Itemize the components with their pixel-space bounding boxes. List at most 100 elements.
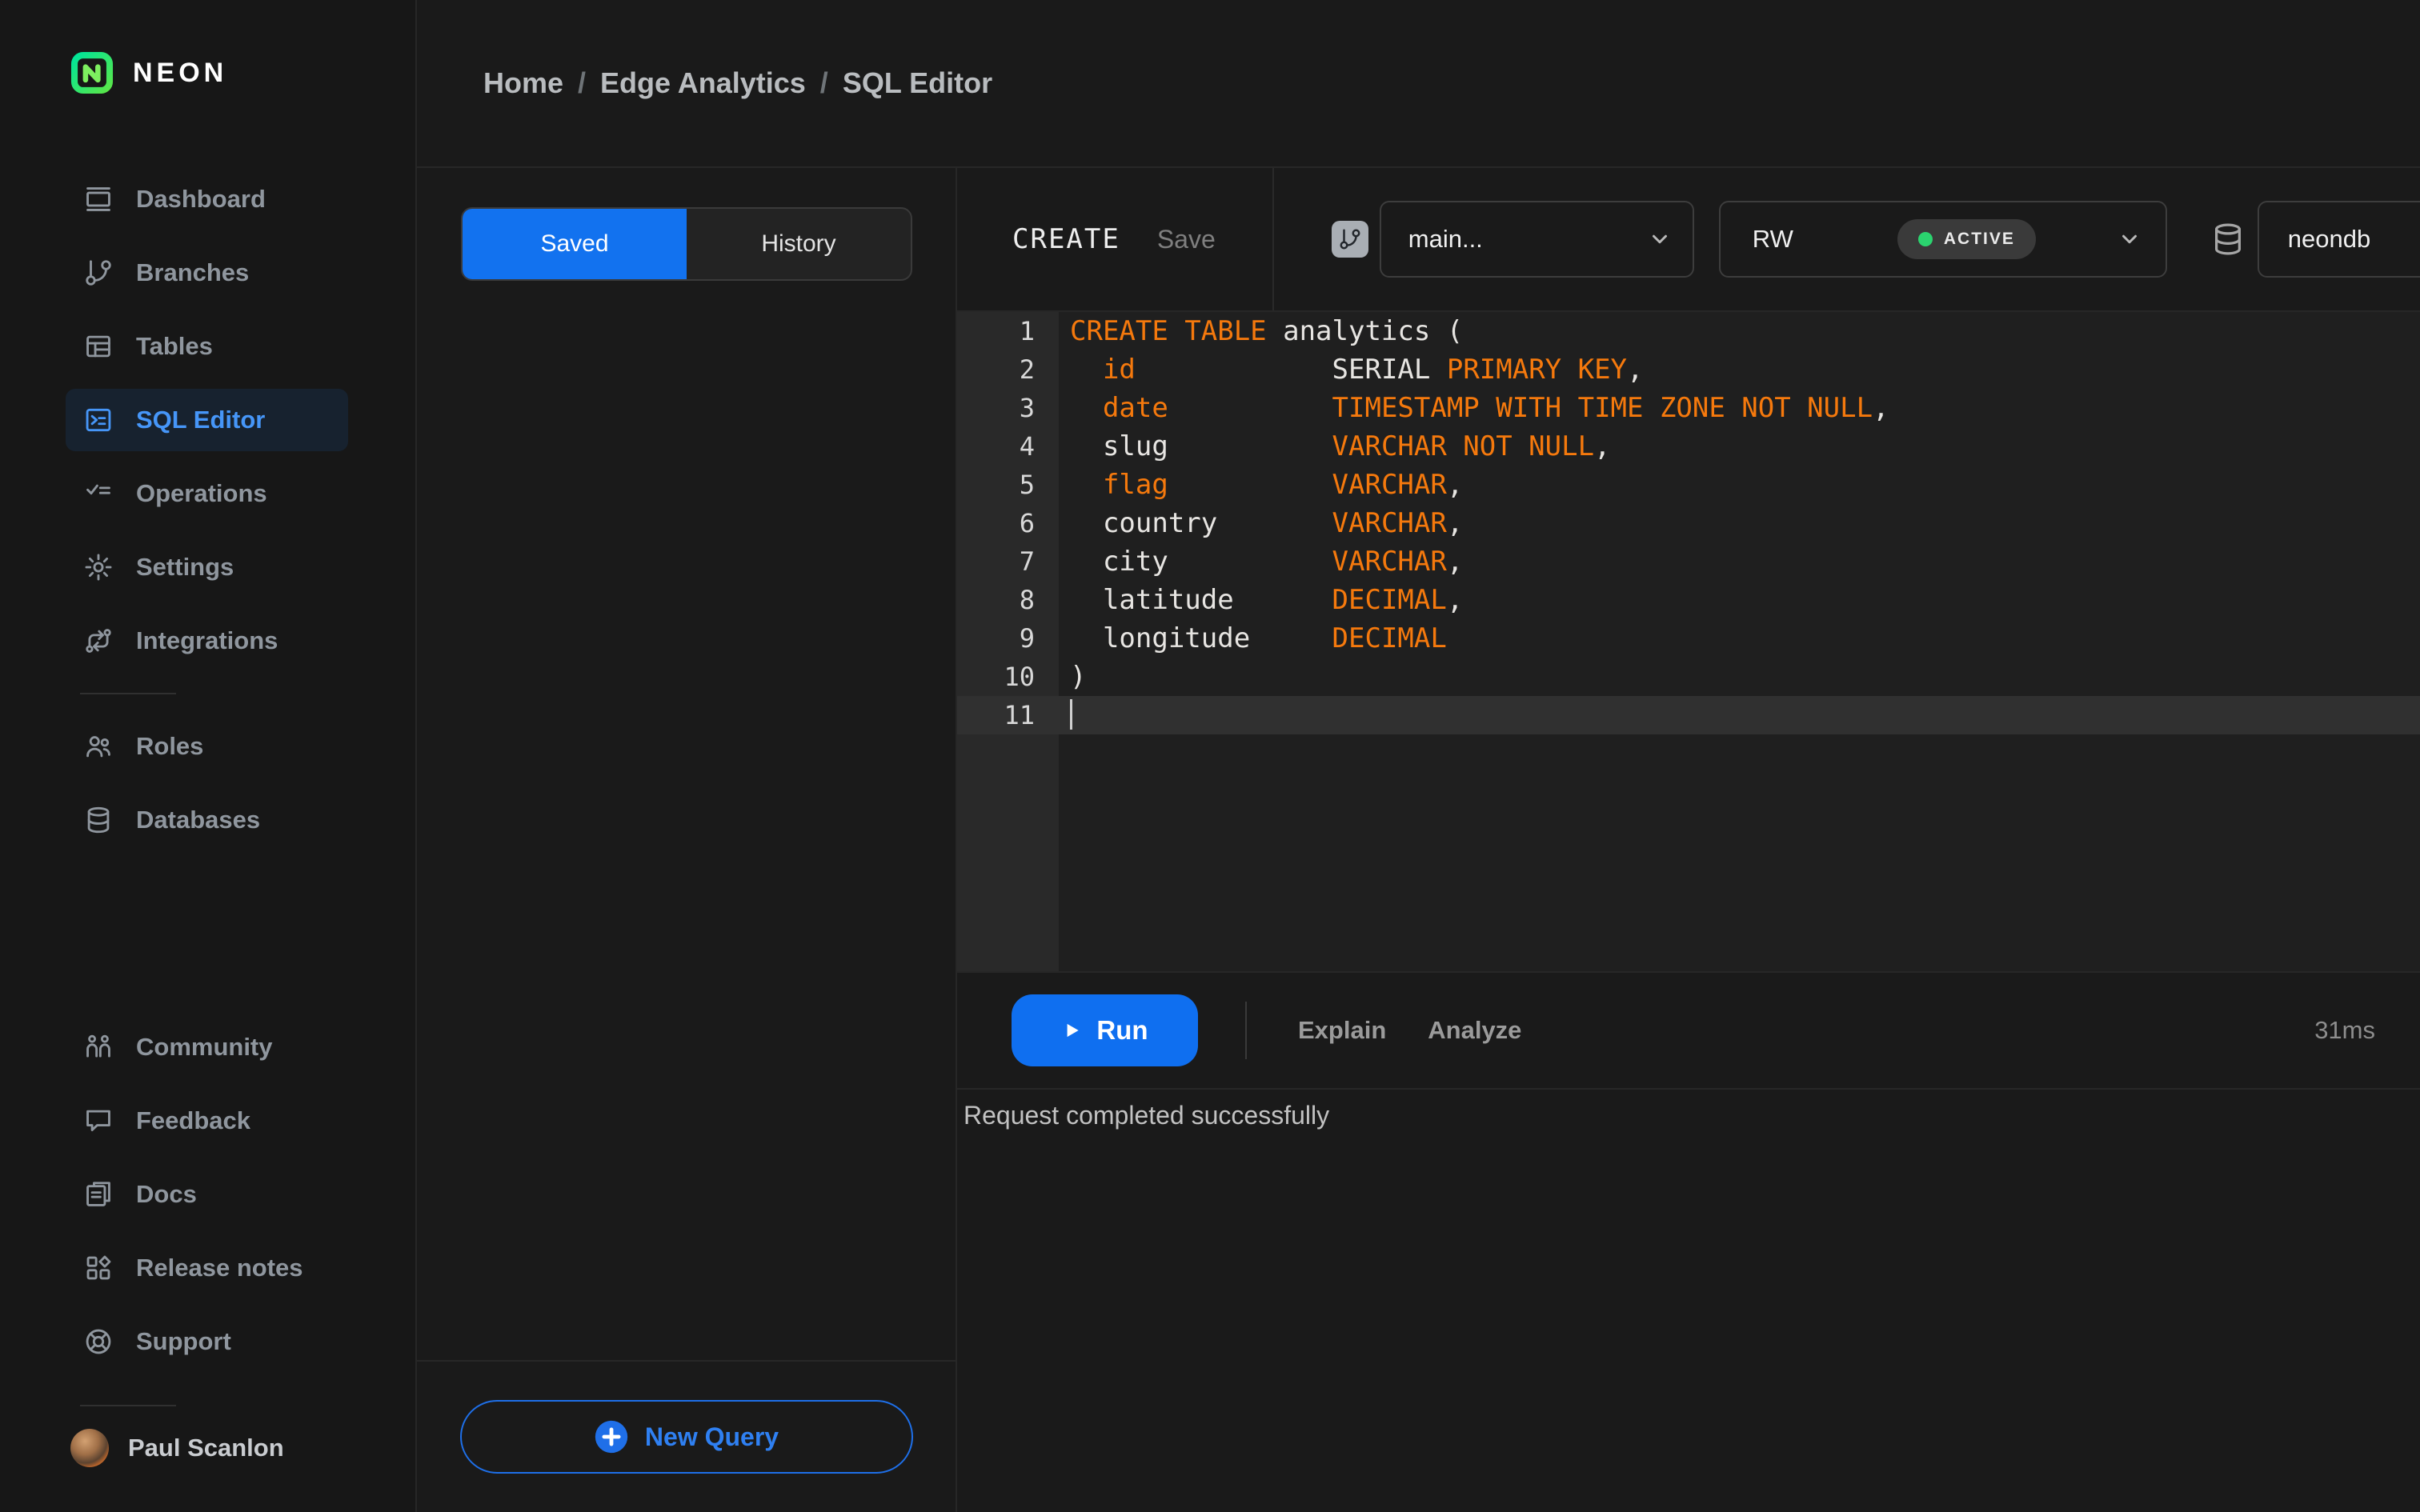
compute-select[interactable]: RW ACTIVE — [1718, 201, 2167, 278]
roles-icon — [83, 731, 114, 762]
sidebar-item-branches[interactable]: Branches — [66, 242, 348, 304]
run-button[interactable]: Run — [1012, 994, 1198, 1066]
line-number: 3 — [1019, 393, 1035, 423]
sidebar-item-label: Roles — [136, 732, 204, 760]
code-editor[interactable]: 1 CREATE TABLE analytics (2 id SERIAL PRI… — [957, 312, 2420, 973]
code-line: 11 — [957, 696, 2420, 734]
integrations-icon — [83, 626, 114, 656]
line-number: 7 — [1019, 546, 1035, 577]
brand-logo[interactable]: NEON — [0, 0, 415, 94]
sidebar-item-dashboard[interactable]: Dashboard — [66, 168, 348, 230]
code-line: 10) — [957, 658, 2420, 696]
dashboard-icon — [83, 184, 114, 214]
branch-select[interactable]: main... — [1379, 201, 1694, 278]
breadcrumb-item[interactable]: Home — [483, 66, 563, 100]
sidebar-item-docs[interactable]: Docs — [66, 1163, 348, 1226]
sidebar-item-label: Docs — [136, 1180, 197, 1208]
breadcrumb-separator: / — [819, 66, 828, 99]
query-duration: 31ms — [2314, 1016, 2375, 1044]
line-number: 9 — [1019, 623, 1035, 654]
sidebar-item-roles[interactable]: Roles — [66, 715, 348, 778]
explain-button[interactable]: Explain — [1298, 1016, 1386, 1045]
sidebar-item-sql-editor[interactable]: SQL Editor — [66, 389, 348, 451]
code-line-text: ) — [1070, 661, 1087, 693]
code-line-text: date TIMESTAMP WITH TIME ZONE NOT NULL, — [1102, 392, 1889, 424]
sidebar-item-label: Community — [136, 1033, 273, 1061]
sidebar-item-operations[interactable]: Operations — [66, 462, 348, 525]
plus-circle-icon — [594, 1419, 629, 1454]
breadcrumb-item[interactable]: Edge Analytics — [600, 66, 806, 100]
code-line-text: city VARCHAR, — [1070, 546, 1464, 578]
run-bar-divider — [1245, 1002, 1247, 1059]
line-number: 1 — [1019, 316, 1035, 346]
new-query-button[interactable]: New Query — [459, 1400, 913, 1474]
main-area: Home / Edge Analytics / SQL Editor Saved Hist… — [417, 0, 2420, 1512]
active-status-dot — [1917, 232, 1933, 246]
play-icon — [1068, 1023, 1080, 1038]
sidebar-item-label: Databases — [136, 806, 261, 834]
sidebar-item-label: Operations — [136, 479, 267, 507]
saved-history-tabs: Saved History — [461, 207, 912, 281]
user-menu[interactable]: Paul Scanlon — [0, 1406, 415, 1512]
sidebar-item-tables[interactable]: Tables — [66, 315, 348, 378]
code-line-text: id SERIAL PRIMARY KEY, — [1102, 354, 1644, 386]
sidebar-item-label: Release notes — [136, 1254, 303, 1282]
code-line: 9 longitude DECIMAL — [957, 619, 2420, 658]
sql-editor-icon — [83, 405, 114, 435]
chevron-down-icon — [2118, 227, 2142, 251]
save-button[interactable]: Save — [1157, 225, 1216, 254]
code-line: 2 id SERIAL PRIMARY KEY, — [957, 350, 2420, 389]
line-number: 6 — [1019, 508, 1035, 538]
sql-editor-panel: CREATE Save main... RW ACTIVE neondb 1 C… — [957, 168, 2420, 1512]
new-query-label: New Query — [644, 1422, 779, 1451]
breadcrumb: Home / Edge Analytics / SQL Editor — [483, 66, 992, 100]
sidebar-item-settings[interactable]: Settings — [66, 536, 348, 598]
code-line-text: CREATE TABLE analytics ( — [1070, 315, 1464, 347]
sidebar-item-label: Feedback — [136, 1106, 251, 1134]
sidebar-item-label: Branches — [136, 258, 250, 286]
line-number: 4 — [1019, 431, 1035, 462]
code-line: 3 date TIMESTAMP WITH TIME ZONE NOT NULL… — [957, 389, 2420, 427]
support-icon — [83, 1326, 114, 1357]
code-line: 4 slug VARCHAR NOT NULL, — [957, 427, 2420, 466]
sidebar-item-label: Integrations — [136, 626, 278, 654]
sidebar-item-community[interactable]: Community — [66, 1016, 348, 1078]
database-icon — [2210, 221, 2246, 258]
docs-icon — [83, 1179, 114, 1210]
code-lines: 1 CREATE TABLE analytics (2 id SERIAL PRI… — [957, 312, 2420, 734]
operations-icon — [83, 478, 114, 509]
sidebar-item-support[interactable]: Support — [66, 1310, 348, 1373]
analyze-button[interactable]: Analyze — [1428, 1016, 1521, 1045]
compute-select-value: RW — [1752, 225, 1793, 253]
text-cursor — [1070, 699, 1072, 730]
sidebar-item-label: SQL Editor — [136, 406, 266, 434]
line-number: 11 — [1004, 700, 1035, 730]
sidebar-item-feedback[interactable]: Feedback — [66, 1090, 348, 1152]
sidebar-item-databases[interactable]: Databases — [66, 789, 348, 851]
results-area: Request completed successfully — [957, 1090, 2420, 1512]
results-message: Request completed successfully — [964, 1101, 1330, 1130]
tab-saved[interactable]: Saved — [463, 209, 687, 279]
code-line-text: country VARCHAR, — [1070, 507, 1464, 539]
breadcrumb-separator: / — [578, 66, 587, 99]
code-line: 8 latitude DECIMAL, — [957, 581, 2420, 619]
branch-icon-button[interactable] — [1331, 221, 1368, 258]
sidebar-item-release-notes[interactable]: Release notes — [66, 1237, 348, 1299]
queries-panel: Saved History New Query — [417, 168, 957, 1512]
sidebar-item-integrations[interactable]: Integrations — [66, 610, 348, 672]
feedback-icon — [83, 1106, 114, 1136]
database-select[interactable]: neondb — [2257, 201, 2420, 278]
line-number: 5 — [1019, 470, 1035, 500]
release-notes-icon — [83, 1253, 114, 1283]
tables-icon — [83, 331, 114, 362]
code-line: 5 flag VARCHAR, — [957, 466, 2420, 504]
sidebar-divider — [80, 693, 176, 694]
run-bar: Run Explain Analyze 31ms — [957, 973, 2420, 1090]
tab-history[interactable]: History — [687, 209, 911, 279]
sidebar: NEON Dashboard Branches Tables SQL Editor Op… — [0, 0, 417, 1512]
code-line-text: longitude DECIMAL — [1070, 622, 1447, 654]
neon-logo-icon — [70, 51, 114, 94]
database-select-value: neondb — [2287, 225, 2371, 253]
status-badge-label: ACTIVE — [1943, 230, 2015, 248]
